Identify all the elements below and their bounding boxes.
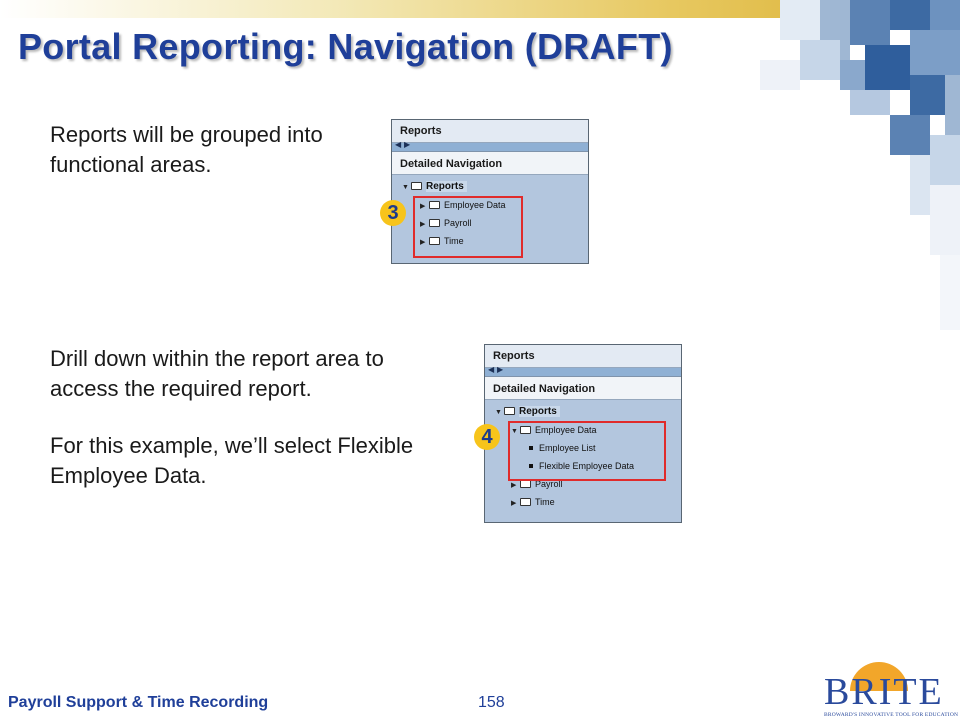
folder-icon [520, 480, 531, 488]
page-title: Portal Reporting: Navigation (DRAFT) [18, 26, 673, 67]
tree-item-label: Time [535, 497, 555, 507]
highlight-box-employee-data [508, 421, 666, 481]
scroll-right-icon[interactable]: ▶ [404, 140, 410, 149]
footer-page-number: 158 [478, 694, 505, 711]
scroll-right-icon[interactable]: ▶ [497, 365, 503, 374]
scroll-left-icon[interactable]: ◀ [488, 365, 494, 374]
expanded-arrow-icon: ▼ [495, 409, 502, 416]
tree-root-label: Reports [519, 406, 560, 417]
scroll-left-icon[interactable]: ◀ [395, 140, 401, 149]
panel-header: Reports [392, 120, 588, 143]
example-description: For this example, we’ll select Flexible … [50, 433, 414, 488]
footer-course-title: Payroll Support & Time Recording [8, 694, 269, 711]
step-badge-3: 3 [380, 200, 406, 226]
step-badge-4: 4 [474, 424, 500, 450]
drill-down-description: Drill down within the report area to acc… [50, 346, 384, 401]
panel-subheader: Detailed Navigation [392, 152, 588, 175]
folder-icon [504, 407, 515, 415]
tree-root-label: Reports [426, 181, 467, 192]
logo-wordmark: BRITE [824, 671, 944, 713]
expanded-arrow-icon: ▼ [402, 184, 409, 191]
grouped-description: Reports will be grouped into functional … [50, 122, 323, 177]
folder-icon [520, 498, 531, 506]
highlight-box-functional-areas [413, 196, 523, 258]
tree-item-time[interactable]: ▶ Time [511, 493, 555, 511]
collapsed-arrow-icon: ▶ [511, 500, 517, 507]
tree-root-reports[interactable]: ▼ Reports [495, 403, 560, 421]
panel-scroll-bar[interactable]: ◀ ▶ [392, 140, 588, 152]
decorative-mosaic [760, 0, 960, 330]
panel-scroll-bar[interactable]: ◀ ▶ [485, 365, 681, 377]
panel-subheader: Detailed Navigation [485, 377, 681, 400]
panel-header: Reports [485, 345, 681, 368]
brite-logo: BRITE BROWARD'S INNOVATIVE TOOL FOR EDUC… [818, 660, 958, 720]
tree-root-reports[interactable]: ▼ Reports [402, 178, 467, 196]
logo-tagline: BROWARD'S INNOVATIVE TOOL FOR EDUCATION [824, 712, 959, 718]
folder-icon [411, 182, 422, 190]
